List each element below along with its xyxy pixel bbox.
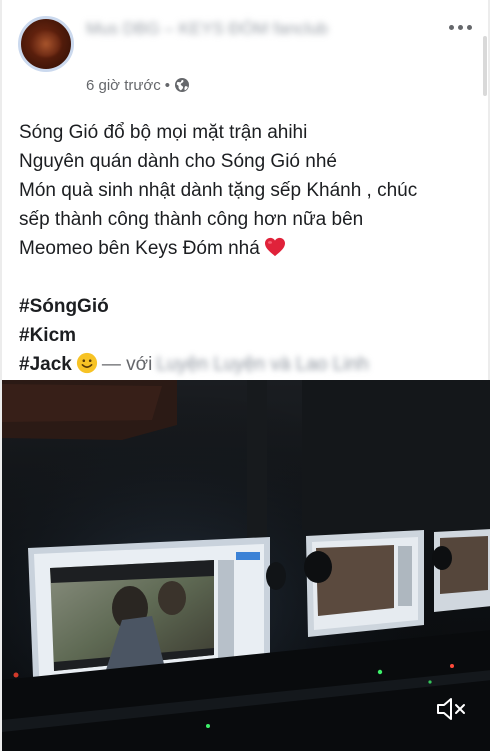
post-meta: 6 giờ trước •	[86, 74, 190, 96]
post-line: sếp thành công thành công hơn nữa bên	[19, 209, 364, 230]
post-timestamp[interactable]: 6 giờ trước	[86, 77, 161, 94]
video-frame	[2, 380, 490, 751]
post-text: Sóng Gió đổ bộ mọi mặt trận ahihi Nguyên…	[19, 118, 479, 379]
with-label: — với	[101, 354, 153, 375]
scrollbar[interactable]	[483, 36, 487, 96]
globe-icon	[175, 78, 189, 92]
dot-icon	[457, 24, 463, 30]
hashtag-link[interactable]: #SóngGió	[19, 292, 479, 321]
hashtag-row: #Jack — với Luyện Luyện và Lao Linh	[19, 350, 479, 379]
meta-separator: •	[164, 76, 170, 94]
video-player[interactable]	[2, 380, 490, 751]
author-name-blurred[interactable]: Mus DBG – KEYS ĐÓM fanclub	[86, 18, 376, 64]
speaker-muted-icon[interactable]	[434, 694, 468, 724]
post-line: Sóng Gió đổ bộ mọi mặt trận ahihi	[19, 122, 308, 143]
dot-icon	[466, 24, 472, 30]
post-line: Nguyên quán dành cho Sóng Gió nhé	[19, 151, 337, 172]
post-card: Mus DBG – KEYS ĐÓM fanclub 6 giờ trước •…	[0, 0, 490, 751]
hashtag-link[interactable]: #Jack	[19, 354, 72, 375]
post-line: Món quà sinh nhật dành tặng sếp Khánh , …	[19, 180, 418, 201]
dot-icon	[448, 24, 454, 30]
smiley-emoji-icon	[76, 352, 97, 374]
post-line-with-emoji: Meomeo bên Keys Đóm nhá	[19, 234, 479, 263]
post-line: Meomeo bên Keys Đóm nhá	[19, 238, 260, 259]
tagged-people-blurred[interactable]: Luyện Luyện và Lao Linh	[156, 350, 368, 379]
author-avatar[interactable]	[18, 16, 74, 72]
heart-emoji-icon	[264, 237, 285, 257]
more-options-button[interactable]	[445, 20, 475, 34]
hashtag-link[interactable]: #Kicm	[19, 321, 479, 350]
